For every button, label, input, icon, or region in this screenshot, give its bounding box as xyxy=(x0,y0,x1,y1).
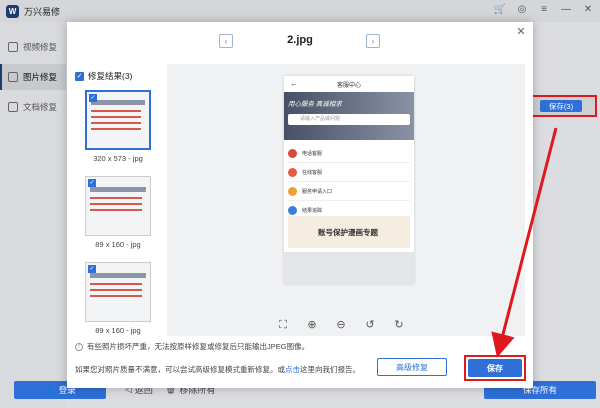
rotate-right-icon[interactable]: ↻ xyxy=(393,319,405,331)
thumbnail-label: 89 x 160 - jpg xyxy=(95,326,141,335)
dialog-header: ‹ 2.jpg › xyxy=(67,22,533,60)
preview-image: ← 客服中心 用心服务 真诚相求 请输入产品或问题 电话客服 在线客服 服务申请… xyxy=(284,76,414,284)
rotate-left-icon[interactable]: ↺ xyxy=(364,319,376,331)
repair-preview-dialog: ✕ ‹ 2.jpg › ✓ 修复结果(3) ✓ 320 x 573 - jpg … xyxy=(67,22,533,388)
title-bar: W 万兴易修 🛒 ◎ ≡ — ✕ xyxy=(0,0,600,22)
next-file-button[interactable]: › xyxy=(366,34,380,48)
thumbnail-checkbox[interactable]: ✓ xyxy=(88,265,96,273)
thumbnail-item[interactable]: ✓ xyxy=(85,90,151,150)
cart-icon[interactable]: 🛒 xyxy=(494,4,506,16)
app-logo-icon: W xyxy=(6,4,19,18)
info-icon: ! xyxy=(75,342,83,351)
results-header: ✓ 修复结果(3) xyxy=(75,71,133,81)
save-button-highlight: 保存 xyxy=(464,355,526,381)
thumbnail-item[interactable]: ✓ xyxy=(85,176,151,236)
document-icon xyxy=(8,102,18,112)
file-name: 2.jpg xyxy=(287,34,313,46)
thumbnail-list: ✓ 320 x 573 - jpg ✓ 89 x 160 - jpg ✓ 89 … xyxy=(85,90,155,348)
thumbnail-label: 320 x 573 - jpg xyxy=(93,154,143,163)
close-window-icon[interactable]: ✕ xyxy=(582,4,594,16)
sidebar-item-photo[interactable]: 图片修复 xyxy=(0,64,66,90)
headset-icon[interactable]: ◎ xyxy=(516,4,528,16)
thumbnail-checkbox[interactable]: ✓ xyxy=(88,179,96,187)
zoom-out-icon[interactable]: ⊖ xyxy=(335,319,347,331)
thumbnail-item[interactable]: ✓ xyxy=(85,262,151,322)
image-preview-area: ← 客服中心 用心服务 真诚相求 请输入产品或问题 电话客服 在线客服 服务申请… xyxy=(167,64,525,336)
advanced-repair-button[interactable]: 高级修复 xyxy=(377,358,447,376)
background-save-button-highlight: 保存(3) xyxy=(525,95,597,117)
fit-screen-icon[interactable]: ⛶ xyxy=(277,319,289,331)
sidebar: 视频修复 图片修复 文档修复 xyxy=(0,22,66,408)
menu-icon[interactable]: ≡ xyxy=(538,4,550,16)
app-title: 万兴易修 xyxy=(24,6,61,17)
user-icon: 👤 xyxy=(44,384,55,395)
sidebar-item-document[interactable]: 文档修复 xyxy=(0,94,66,120)
save-button[interactable]: 保存 xyxy=(468,359,522,377)
select-all-checkbox[interactable]: ✓ xyxy=(75,71,84,81)
advice-text: 如果您对照片质量不满意，可以尝试高级修复模式重新修复。或点击这里向我们报告。 xyxy=(75,365,360,374)
report-link[interactable]: 点击 xyxy=(285,365,300,374)
thumbnail-label: 89 x 160 - jpg xyxy=(95,240,141,249)
sidebar-item-video[interactable]: 视频修复 xyxy=(0,34,66,60)
thumbnail-checkbox[interactable]: ✓ xyxy=(89,94,97,102)
preview-toolbar: ⛶ ⊕ ⊖ ↺ ↻ xyxy=(277,319,405,331)
chevron-left-icon: ‹ xyxy=(224,35,228,46)
chevron-right-icon: › xyxy=(371,35,375,46)
repair-notice: ! 有些照片损坏严重，无法按原样修复或修复后只能输出JPEG图像。 xyxy=(75,341,309,352)
previous-file-button[interactable]: ‹ xyxy=(219,34,233,48)
photo-icon xyxy=(8,72,18,82)
background-save-button[interactable]: 保存(3) xyxy=(540,100,582,112)
zoom-in-icon[interactable]: ⊕ xyxy=(306,319,318,331)
arrow-left-icon: ← xyxy=(290,79,298,88)
video-icon xyxy=(8,42,18,52)
minimize-icon[interactable]: — xyxy=(560,4,572,16)
